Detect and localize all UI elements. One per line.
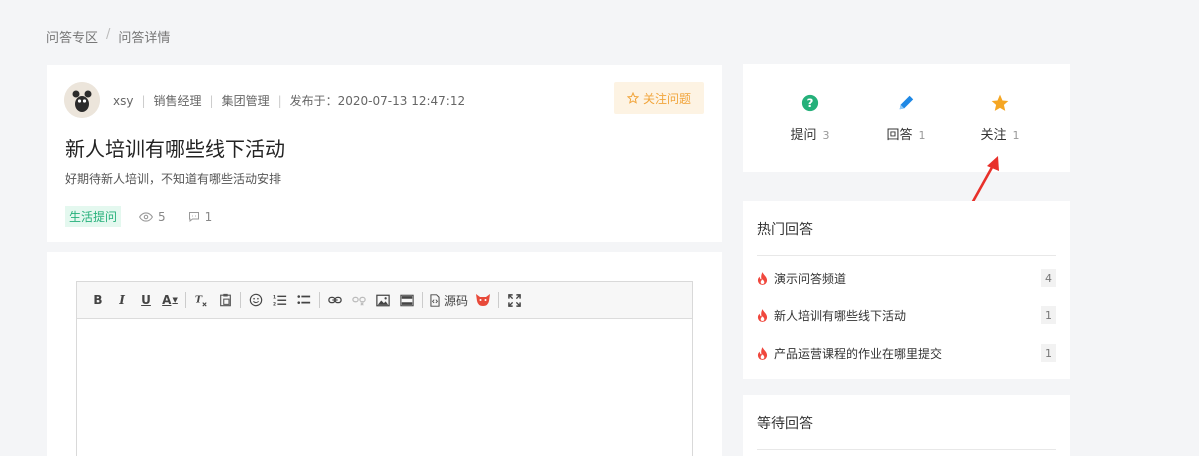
image-icon[interactable] xyxy=(374,289,392,311)
hot-answer-title: 演示问答频道 xyxy=(774,271,847,286)
stat-answers[interactable]: 回答 1 xyxy=(871,92,941,143)
waiting-answers-title: 等待回答 xyxy=(757,416,813,432)
fire-icon xyxy=(757,346,768,360)
question-title: 新人培训有哪些线下活动 xyxy=(65,137,285,161)
svg-text:1: 1 xyxy=(273,294,276,300)
hot-answer-item[interactable]: 新人培训有哪些线下活动 1 xyxy=(757,306,1056,324)
link-icon[interactable] xyxy=(326,289,344,311)
view-count: 5 xyxy=(139,210,166,224)
author-department: 集团管理 xyxy=(221,94,270,108)
comment-count: 1 xyxy=(188,209,213,224)
hot-answer-count: 4 xyxy=(1041,269,1056,287)
toolbar-divider xyxy=(185,292,186,308)
hot-answer-item[interactable]: 演示问答频道 4 xyxy=(757,269,1056,287)
question-description: 好期待新人培训，不知道有哪些活动安排 xyxy=(65,172,282,186)
star-outline-icon xyxy=(626,92,639,104)
font-color-letter: A xyxy=(162,293,172,307)
stat-answers-label: 回答 xyxy=(886,128,913,143)
breadcrumb-current: 问答详情 xyxy=(118,31,171,46)
italic-icon[interactable]: I xyxy=(113,289,131,311)
user-stats-card: ? 提问 3 回答 1 关注 1 xyxy=(743,64,1070,172)
waiting-answers-card: 等待回答 xyxy=(743,395,1070,456)
hot-answer-count: 1 xyxy=(1041,344,1056,362)
stat-questions-count: 3 xyxy=(822,129,830,142)
meta-divider: | xyxy=(141,93,146,108)
unlink-icon[interactable] xyxy=(350,289,368,311)
editor-content-area[interactable] xyxy=(77,319,692,456)
svg-text:2: 2 xyxy=(273,301,276,307)
view-count-value: 5 xyxy=(158,209,166,224)
fire-icon xyxy=(757,308,768,322)
hot-answer-count: 1 xyxy=(1041,306,1056,324)
stat-follows[interactable]: 关注 1 xyxy=(965,92,1035,143)
source-code-label: 源码 xyxy=(444,293,469,308)
unordered-list-icon[interactable] xyxy=(295,289,313,311)
pencil-icon xyxy=(899,95,914,110)
answer-editor-card: B I U A ▼ T 12 源码 xyxy=(47,252,722,456)
author-name[interactable]: xsy xyxy=(113,94,133,108)
question-footer: 生活提问 5 1 xyxy=(65,206,234,227)
font-color-icon[interactable]: A ▼ xyxy=(161,289,179,311)
meta-divider: | xyxy=(209,93,214,108)
hot-answer-item[interactable]: 产品运营课程的作业在哪里提交 1 xyxy=(757,344,1056,362)
toolbar-divider xyxy=(319,292,320,308)
author-position: 销售经理 xyxy=(153,94,202,108)
avatar-image xyxy=(64,82,100,118)
publish-time: 发布于：2020-07-13 12:47:12 xyxy=(289,94,466,108)
comment-icon xyxy=(188,211,199,222)
annotation-arrow-icon xyxy=(969,156,999,206)
stat-questions-label: 提问 xyxy=(790,128,817,143)
paste-icon[interactable] xyxy=(216,289,234,311)
stat-questions[interactable]: ? 提问 3 xyxy=(775,92,845,143)
breadcrumb-root-link[interactable]: 问答专区 xyxy=(46,27,98,46)
editor-toolbar: B I U A ▼ T 12 源码 xyxy=(77,282,692,319)
stat-follows-count: 1 xyxy=(1012,129,1020,142)
rich-text-editor: B I U A ▼ T 12 源码 xyxy=(76,281,693,456)
svg-text:?: ? xyxy=(807,96,814,110)
fullscreen-icon[interactable] xyxy=(505,289,523,311)
comment-count-value: 1 xyxy=(204,209,213,224)
star-icon xyxy=(991,94,1009,111)
toolbar-divider xyxy=(422,292,423,308)
stat-follows-label: 关注 xyxy=(980,128,1007,143)
clear-format-icon[interactable]: T xyxy=(192,289,210,311)
source-icon xyxy=(430,293,440,307)
meta-divider: | xyxy=(277,93,282,108)
underline-icon[interactable]: U xyxy=(137,289,155,311)
hot-answer-title: 新人培训有哪些线下活动 xyxy=(774,308,907,323)
follow-question-button[interactable]: 关注问题 xyxy=(614,82,704,114)
video-icon[interactable] xyxy=(398,289,416,311)
ordered-list-icon[interactable]: 12 xyxy=(271,289,289,311)
breadcrumb: 问答专区 / 问答详情 xyxy=(46,27,170,46)
toolbar-divider xyxy=(498,292,500,308)
follow-question-label: 关注问题 xyxy=(642,91,691,106)
divider xyxy=(757,449,1056,450)
eye-icon xyxy=(139,211,154,222)
question-meta: xsy | 销售经理 | 集团管理 | 发布于：2020-07-13 12:47… xyxy=(113,92,465,109)
fire-icon xyxy=(757,271,768,285)
breadcrumb-separator: / xyxy=(106,27,111,42)
source-code-button[interactable]: 源码 xyxy=(429,289,468,311)
toolbar-divider xyxy=(240,292,241,308)
avatar[interactable] xyxy=(64,82,100,118)
question-card: xsy | 销售经理 | 集团管理 | 发布于：2020-07-13 12:47… xyxy=(47,65,722,242)
bold-icon[interactable]: B xyxy=(89,289,107,311)
divider xyxy=(757,255,1056,256)
question-tag[interactable]: 生活提问 xyxy=(65,206,122,227)
emoji-icon[interactable] xyxy=(247,289,265,311)
plugin-icon[interactable] xyxy=(474,289,492,311)
question-icon: ? xyxy=(801,94,819,112)
stat-answers-count: 1 xyxy=(918,129,926,142)
svg-text:T: T xyxy=(195,295,203,306)
hot-answer-title: 产品运营课程的作业在哪里提交 xyxy=(774,346,943,361)
hot-answers-title: 热门回答 xyxy=(757,222,813,238)
hot-answers-card: 热门回答 演示问答频道 4 新人培训有哪些线下活动 1 产品运营课程的作业在哪里… xyxy=(743,201,1070,379)
